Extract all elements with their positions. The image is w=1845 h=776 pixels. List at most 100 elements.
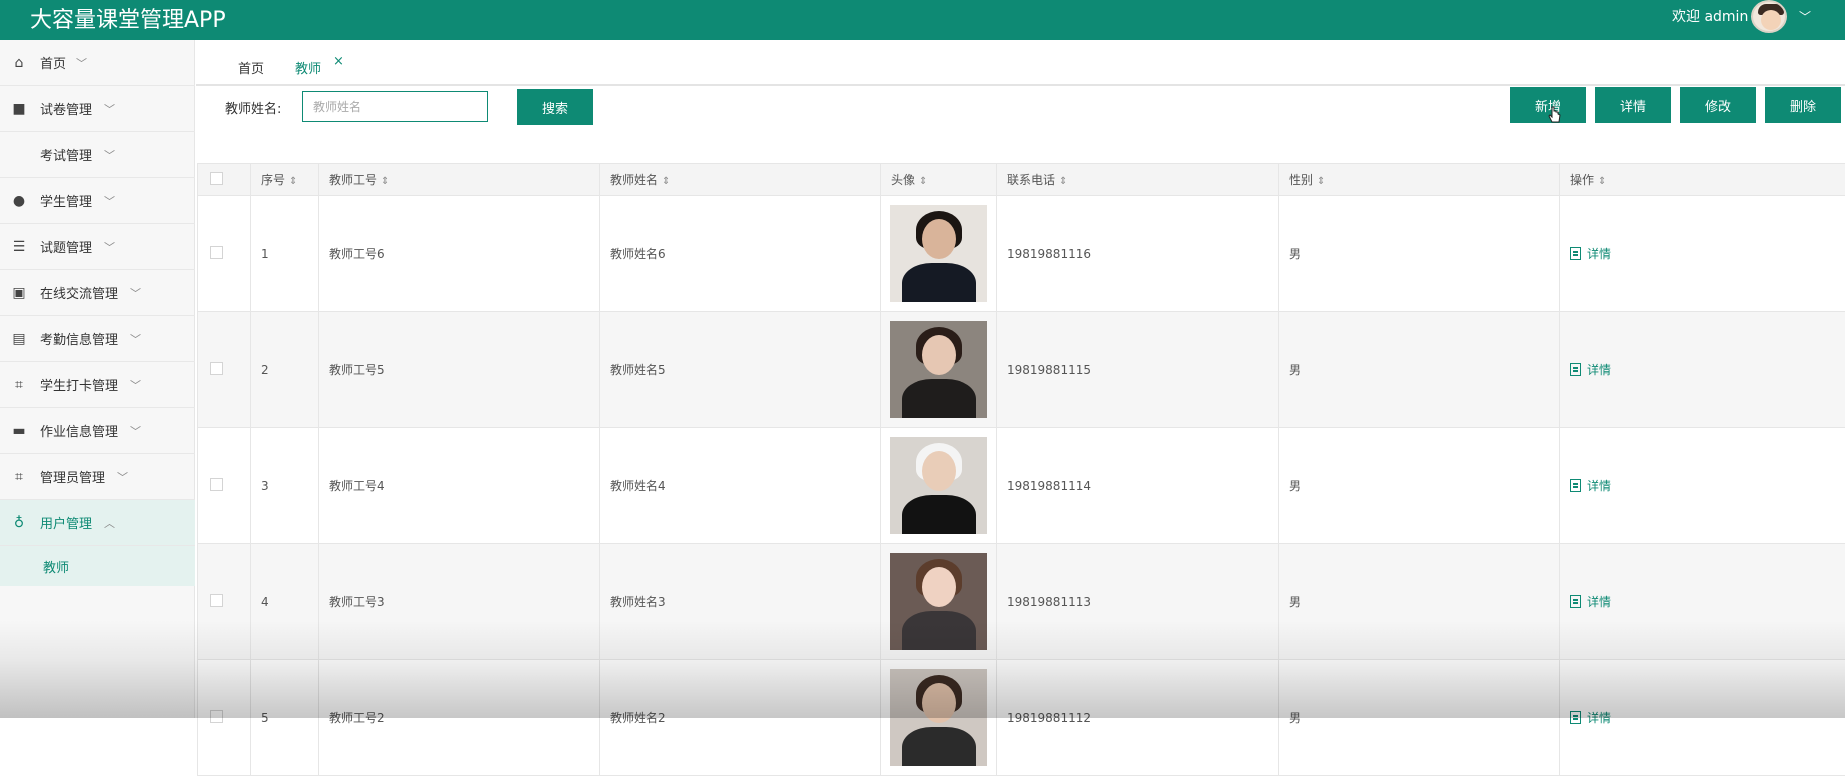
user-avatar[interactable] (1751, 0, 1787, 33)
index-cell: 4 (251, 544, 319, 660)
table-row: 4 教师工号3 教师姓名3 19819881113 男 详情 (198, 544, 1845, 660)
phone-cell: 19819881116 (997, 196, 1279, 312)
badge-icon: ♁ (11, 515, 27, 531)
column-header-phone[interactable]: 联系电话 ⇕ (997, 164, 1279, 196)
tab-home[interactable]: 首页 (238, 58, 264, 77)
select-all-cell (198, 164, 251, 196)
gender-cell: 男 (1279, 196, 1560, 312)
sidebar-item-attendance[interactable]: ▤ 考勤信息管理 ﹀ (0, 316, 195, 362)
row-checkbox[interactable] (210, 478, 223, 491)
teacher-photo[interactable] (890, 205, 987, 302)
column-header-job-no[interactable]: 教师工号⇕ (319, 164, 600, 196)
chevron-down-icon[interactable]: ﹀ (1799, 8, 1811, 25)
sidebar-item-label: 管理员管理 (40, 467, 105, 486)
column-label: 操作 (1570, 173, 1594, 187)
row-select-cell (198, 428, 251, 544)
chevron-down-icon: ﹀ (104, 147, 115, 163)
column-header-gender[interactable]: 性别⇕ (1279, 164, 1560, 196)
sort-icon[interactable]: ⇕ (381, 176, 389, 187)
mouse-pointer-icon (1548, 106, 1562, 124)
sort-icon[interactable]: ⇕ (1059, 176, 1067, 187)
job-no-cell: 教师工号4 (319, 428, 600, 544)
sidebar-item-home[interactable]: ⌂ 首页 ﹀ (0, 40, 195, 86)
briefcase-icon: ▤ (11, 331, 27, 347)
row-checkbox[interactable] (210, 362, 223, 375)
sidebar-item-label: 学生打卡管理 (40, 375, 118, 394)
sidebar-item-users[interactable]: ♁ 用户管理 ︿ (0, 500, 195, 546)
row-detail-link[interactable]: 详情 (1570, 361, 1845, 378)
crop-icon: ⌗ (11, 469, 27, 485)
job-no-cell: 教师工号5 (319, 312, 600, 428)
row-select-cell (198, 544, 251, 660)
index-cell: 3 (251, 428, 319, 544)
name-cell: 教师姓名3 (600, 544, 881, 660)
column-label: 联系电话 (1007, 173, 1055, 187)
column-label: 头像 (891, 173, 915, 187)
close-icon[interactable]: × (333, 54, 344, 69)
phone-cell: 19819881115 (997, 312, 1279, 428)
name-cell: 教师姓名6 (600, 196, 881, 312)
edit-button[interactable]: 修改 (1680, 87, 1756, 123)
phone-cell: 19819881113 (997, 544, 1279, 660)
user-icon: ● (11, 193, 27, 209)
sidebar: ⌂ 首页 ﹀ ■ 试卷管理 ﹀ 考试管理 ﹀ ● 学生管理 ﹀ ☰ 试题管理 ﹀… (0, 40, 195, 718)
gift-icon: ■ (11, 101, 27, 117)
teacher-photo[interactable] (890, 321, 987, 418)
column-header-index[interactable]: 序号⇕ (251, 164, 319, 196)
actions-cell: 详情 (1560, 312, 1845, 428)
sidebar-item-exam-papers[interactable]: ■ 试卷管理 ﹀ (0, 86, 195, 132)
chip-icon: ▣ (11, 285, 27, 301)
row-select-cell (198, 312, 251, 428)
sidebar-subitem-teachers[interactable]: 教师 (0, 546, 195, 586)
column-header-actions[interactable]: 操作 ⇕ (1560, 164, 1845, 196)
column-header-name[interactable]: 教师姓名⇕ (600, 164, 881, 196)
row-detail-label: 详情 (1587, 361, 1611, 378)
chevron-down-icon: ﹀ (104, 101, 115, 117)
table-header-row: 序号⇕ 教师工号⇕ 教师姓名⇕ 头像 ⇕ 联系电话 ⇕ 性别⇕ 操作 ⇕ (198, 164, 1845, 196)
sidebar-item-checkin[interactable]: ⌗ 学生打卡管理 ﹀ (0, 362, 195, 408)
row-checkbox[interactable] (210, 246, 223, 259)
document-icon (1570, 363, 1581, 376)
sort-icon[interactable]: ⇕ (289, 176, 297, 187)
row-checkbox[interactable] (210, 710, 223, 723)
row-detail-link[interactable]: 详情 (1570, 245, 1845, 262)
sidebar-item-online-chat[interactable]: ▣ 在线交流管理 ﹀ (0, 270, 195, 316)
gender-cell: 男 (1279, 312, 1560, 428)
tab-teachers[interactable]: 教师 (295, 58, 321, 77)
teacher-name-input[interactable] (302, 91, 488, 122)
tab-bar: 首页 教师 × (196, 40, 1845, 86)
search-button[interactable]: 搜索 (517, 89, 593, 125)
teacher-photo[interactable] (890, 553, 987, 650)
actions-cell: 详情 (1560, 196, 1845, 312)
chevron-down-icon: ﹀ (130, 285, 141, 301)
avatar-cell (881, 312, 997, 428)
document-icon (1570, 479, 1581, 492)
delete-button[interactable]: 删除 (1765, 87, 1841, 123)
avatar-cell (881, 196, 997, 312)
app-title: 大容量课堂管理APP (30, 2, 226, 34)
row-detail-link[interactable]: 详情 (1570, 593, 1845, 610)
phone-cell: 19819881114 (997, 428, 1279, 544)
sidebar-item-homework[interactable]: ▬ 作业信息管理 ﹀ (0, 408, 195, 454)
list-icon: ☰ (11, 239, 27, 255)
detail-button[interactable]: 详情 (1595, 87, 1671, 123)
row-checkbox[interactable] (210, 594, 223, 607)
column-header-avatar[interactable]: 头像 ⇕ (881, 164, 997, 196)
row-detail-label: 详情 (1587, 593, 1611, 610)
sidebar-item-students[interactable]: ● 学生管理 ﹀ (0, 178, 195, 224)
sort-icon[interactable]: ⇕ (919, 176, 927, 187)
row-detail-link[interactable]: 详情 (1570, 477, 1845, 494)
sidebar-item-label: 首页 (40, 53, 66, 72)
sidebar-item-exams[interactable]: 考试管理 ﹀ (0, 132, 195, 178)
sidebar-item-label: 试题管理 (40, 237, 92, 256)
sidebar-item-label: 用户管理 (40, 513, 92, 532)
sidebar-item-admins[interactable]: ⌗ 管理员管理 ﹀ (0, 454, 195, 500)
welcome-text: 欢迎 admin (1672, 6, 1748, 26)
sidebar-item-questions[interactable]: ☰ 试题管理 ﹀ (0, 224, 195, 270)
select-all-checkbox[interactable] (210, 172, 223, 185)
sort-icon[interactable]: ⇕ (1598, 176, 1606, 187)
chevron-down-icon: ﹀ (104, 239, 115, 255)
sort-icon[interactable]: ⇕ (1317, 176, 1325, 187)
teacher-photo[interactable] (890, 437, 987, 534)
sort-icon[interactable]: ⇕ (662, 176, 670, 187)
